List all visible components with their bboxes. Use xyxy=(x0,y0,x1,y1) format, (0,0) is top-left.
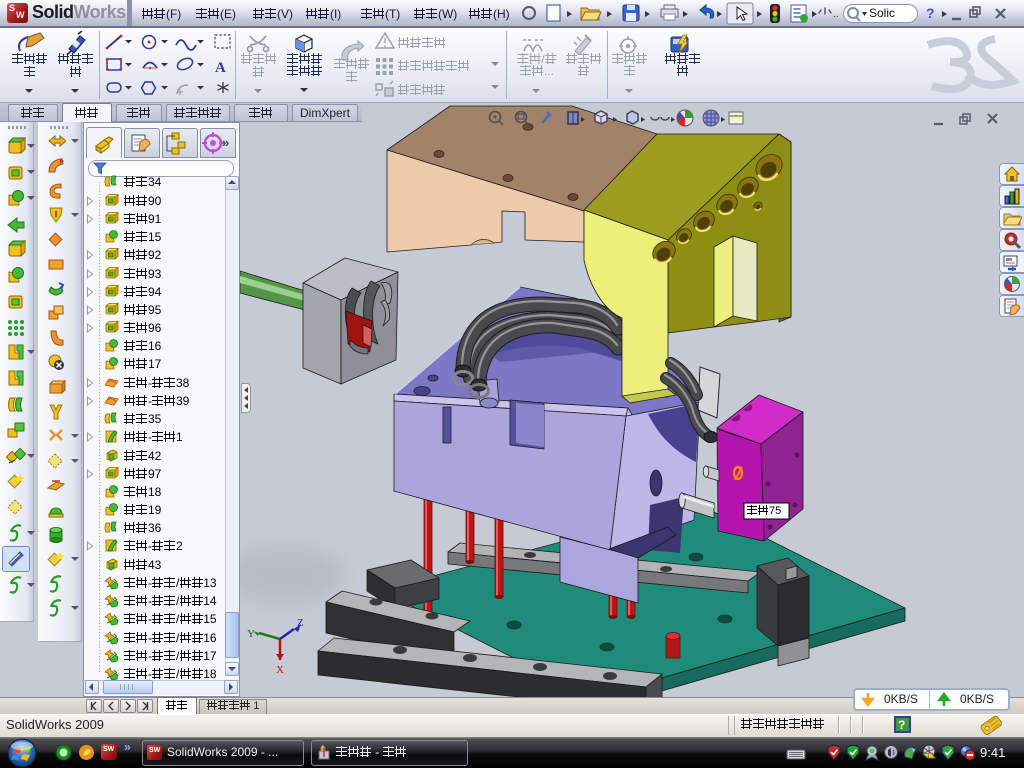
svg-text:Y: Y xyxy=(247,628,255,640)
svg-text:Z: Z xyxy=(297,617,304,629)
svg-text:A: A xyxy=(215,60,226,76)
svg-text:..: .. xyxy=(833,9,839,20)
svg-text:X: X xyxy=(276,664,284,676)
